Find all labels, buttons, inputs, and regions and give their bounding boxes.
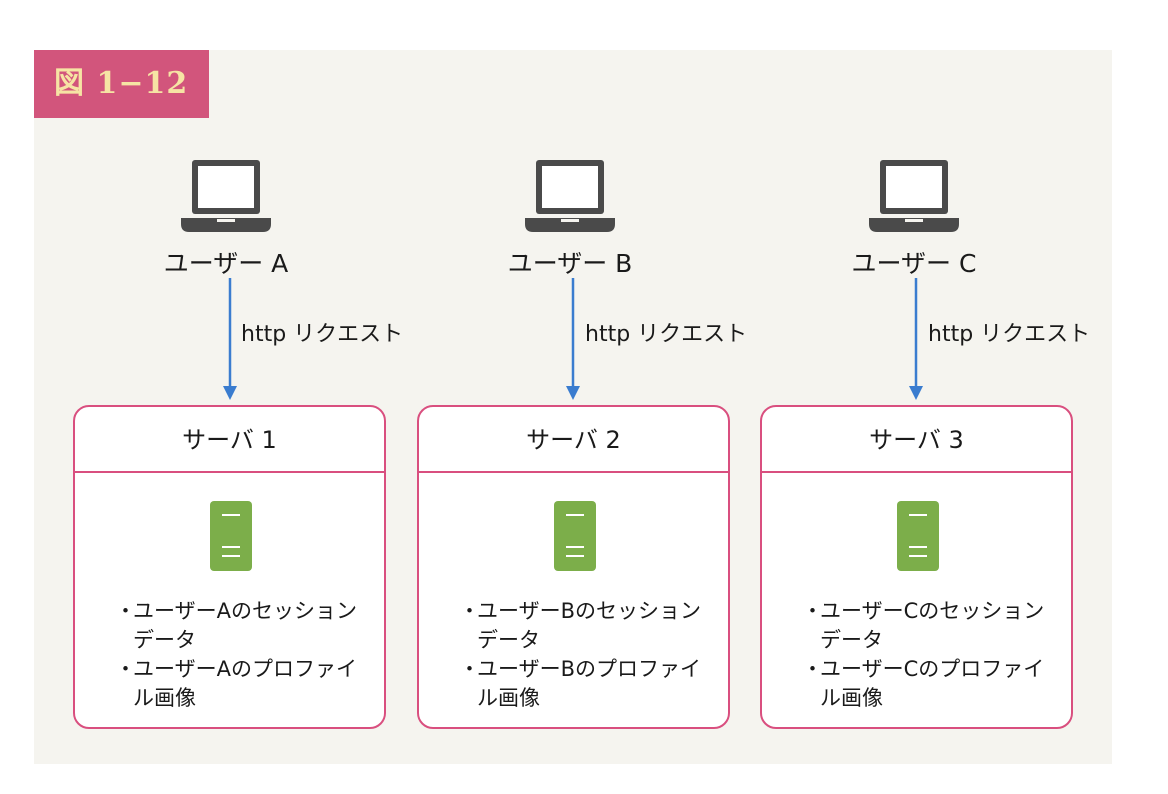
arrow-down-icon (909, 278, 923, 400)
laptop-icon (181, 160, 271, 232)
list-item: ・ユーザーCのセッションデータ (802, 599, 1045, 652)
server-notes: ・ユーザーCのセッションデータ ・ユーザーCのプロファイル画像 (802, 597, 1062, 713)
server-title: サーバ 3 (762, 407, 1071, 473)
request-label: http リクエスト (928, 322, 1091, 347)
server-title: サーバ 1 (75, 407, 384, 473)
figure-label: 図 1−12 (34, 50, 209, 118)
server-title: サーバ 2 (419, 407, 728, 473)
arrow-down-icon (223, 278, 237, 400)
user-name: ユーザー B (507, 249, 633, 278)
server-icon (210, 501, 252, 571)
server-box: サーバ 2 ・ユーザーBのセッションデータ ・ユーザーBのプロファイル画像 (417, 405, 730, 729)
server-box: サーバ 1 ・ユーザーAのセッションデータ ・ユーザーAのプロファイル画像 (73, 405, 386, 729)
arrow-down-icon (566, 278, 580, 400)
list-item: ・ユーザーBのセッションデータ (459, 599, 701, 652)
server-box: サーバ 3 ・ユーザーCのセッションデータ ・ユーザーCのプロファイル画像 (760, 405, 1073, 729)
list-item: ・ユーザーCのプロファイル画像 (802, 657, 1045, 710)
server-notes: ・ユーザーBのセッションデータ ・ユーザーBのプロファイル画像 (459, 597, 719, 713)
list-item: ・ユーザーBのプロファイル画像 (459, 657, 701, 710)
server-notes: ・ユーザーAのセッションデータ ・ユーザーAのプロファイル画像 (115, 597, 375, 713)
server-icon (897, 501, 939, 571)
user-name: ユーザー A (163, 249, 289, 278)
laptop-icon (869, 160, 959, 232)
request-label: http リクエスト (241, 322, 404, 347)
server-icon (554, 501, 596, 571)
list-item: ・ユーザーAのプロファイル画像 (115, 657, 357, 710)
laptop-icon (525, 160, 615, 232)
user-name: ユーザー C (851, 249, 977, 278)
list-item: ・ユーザーAのセッションデータ (115, 599, 357, 652)
request-label: http リクエスト (585, 322, 748, 347)
